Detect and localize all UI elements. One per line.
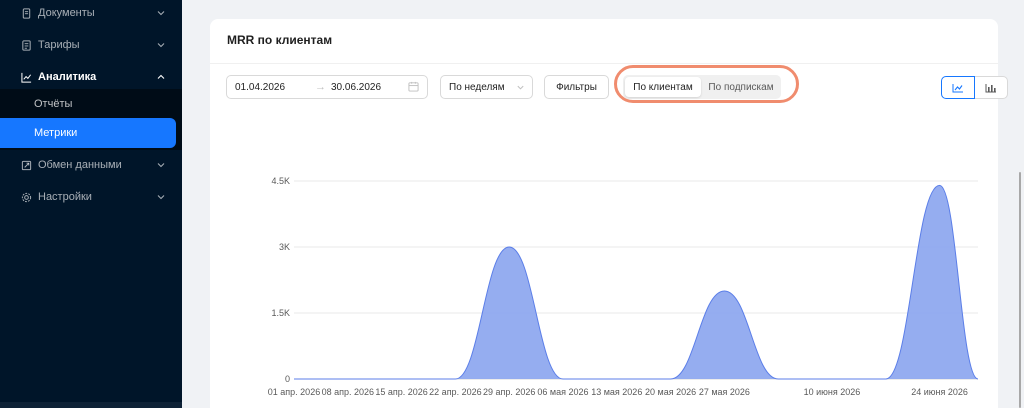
x-tick-label: 20 мая 2026 (645, 387, 696, 397)
date-range-picker[interactable]: 01.04.2026 → 30.06.2026 (226, 75, 428, 99)
sidebar-item-label: Аналитика (38, 71, 97, 83)
data-exchange-icon (20, 159, 32, 171)
sidebar-item-settings[interactable]: Настройки (0, 181, 182, 213)
y-tick-label: 4.5K (271, 176, 290, 186)
date-from-input[interactable]: 01.04.2026 (235, 82, 285, 93)
chevron-down-icon (157, 195, 165, 200)
x-tick-label: 08 апр. 2026 (322, 387, 374, 397)
x-tick-label: 13 мая 2026 (591, 387, 642, 397)
tariff-icon (20, 39, 32, 51)
document-icon (20, 7, 32, 19)
card-divider (210, 63, 998, 64)
y-tick-label: 6K (279, 119, 290, 120)
segment-by-clients[interactable]: По клиентам (625, 77, 701, 97)
x-tick-label: 10 июня 2026 (804, 387, 861, 397)
card-title: MRR по клиентам (227, 33, 333, 47)
sidebar-scrollbar[interactable] (0, 402, 182, 408)
main-content: MRR по клиентам 01.04.2026 → 30.06.2026 … (182, 0, 1024, 408)
arrow-right-icon: → (315, 81, 326, 93)
y-tick-label: 1.5K (271, 308, 290, 318)
chevron-down-icon (157, 163, 165, 168)
x-tick-label: 27 мая 2026 (699, 387, 750, 397)
chevron-down-icon (157, 11, 165, 16)
page-scrollbar[interactable] (1019, 172, 1021, 408)
calendar-icon (408, 81, 419, 92)
group-by-segmented: По клиентам По подпискам (623, 75, 781, 99)
chevron-up-icon (157, 74, 165, 79)
bar-chart-view-button[interactable] (974, 76, 1008, 99)
x-tick-label: 24 июня 2026 (911, 387, 968, 397)
series-area (294, 185, 978, 379)
metrics-card: MRR по клиентам 01.04.2026 → 30.06.2026 … (210, 19, 1008, 408)
x-tick-label: 29 апр. 2026 (483, 387, 535, 397)
sidebar-item-label: Документы (38, 7, 95, 19)
sidebar-subitem-reports[interactable]: Отчёты (0, 89, 182, 119)
mrr-chart: 0 1.5K 3K 4.5K 6K 01 апр. 202608 апр. 202615 … (268, 119, 979, 397)
sidebar-item-label: Обмен данными (38, 159, 122, 171)
sidebar: Документы Тарифы Аналитика Отчёты Метрик… (0, 0, 182, 408)
sidebar-subitem-label: Отчёты (34, 98, 73, 110)
x-tick-label: 22 апр. 2026 (429, 387, 481, 397)
chevron-down-icon (517, 85, 524, 90)
sidebar-item-tariffs[interactable]: Тарифы (0, 29, 182, 61)
y-tick-label: 0 (285, 374, 290, 384)
x-tick-label: 06 мая 2026 (537, 387, 588, 397)
segment-by-subscriptions[interactable]: По подпискам (703, 77, 779, 97)
sidebar-item-documents[interactable]: Документы (0, 0, 182, 29)
line-chart-icon (952, 83, 963, 92)
sidebar-subitem-label: Метрики (34, 127, 78, 139)
chevron-down-icon (157, 43, 165, 48)
date-to-input[interactable]: 30.06.2026 (331, 82, 381, 93)
filters-button[interactable]: Фильтры (544, 75, 609, 99)
series-line (294, 184, 979, 380)
sidebar-item-label: Настройки (38, 191, 92, 203)
sidebar-item-label: Тарифы (38, 39, 80, 51)
analytics-icon (20, 71, 32, 83)
sidebar-subitem-metrics[interactable]: Метрики (0, 118, 176, 148)
chart-view-toggle (941, 76, 1008, 99)
period-select-value: По неделям (449, 82, 505, 93)
x-tick-label: 01 апр. 2026 (268, 387, 320, 397)
y-tick-label: 3K (279, 242, 290, 252)
period-select[interactable]: По неделям (440, 75, 533, 99)
settings-icon (20, 191, 32, 203)
line-chart-view-button[interactable] (941, 76, 975, 99)
bar-chart-icon (985, 83, 996, 92)
sidebar-item-data-exchange[interactable]: Обмен данными (0, 149, 182, 181)
x-tick-label: 15 апр. 2026 (375, 387, 427, 397)
